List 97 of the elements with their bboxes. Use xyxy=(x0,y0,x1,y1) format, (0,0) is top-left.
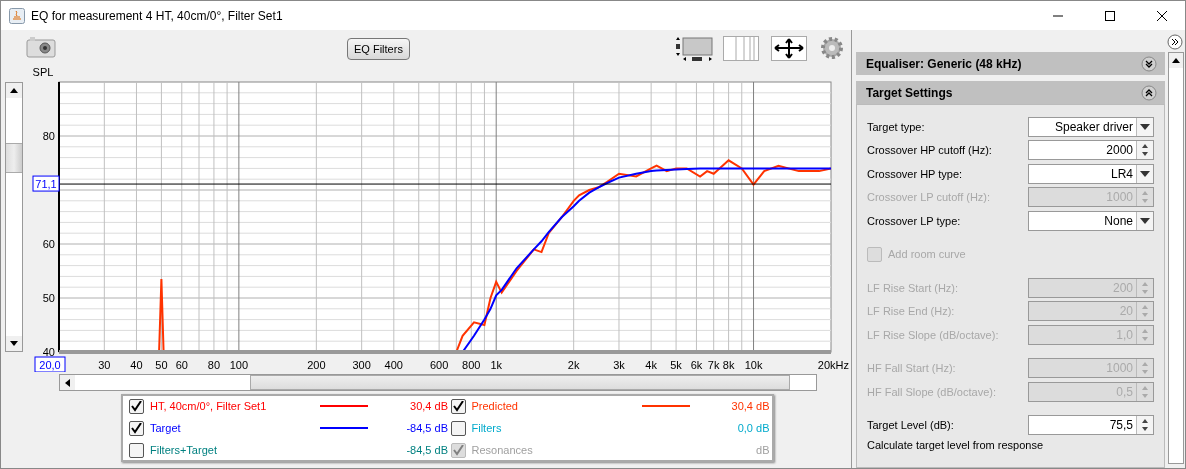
x-tick-label: 100 xyxy=(229,359,249,371)
x-tick-label: 3k xyxy=(613,359,625,371)
spinner-field[interactable]: 75,5 xyxy=(1028,415,1154,436)
close-icon[interactable] xyxy=(1157,10,1167,21)
expand-panel-icon[interactable] xyxy=(1167,34,1183,50)
collapse-icon[interactable] xyxy=(1141,84,1157,101)
legend-value: -84,5 dB xyxy=(405,444,448,456)
window-title: EQ for measurement 4 HT, 40cm/0°, Filter Set1 xyxy=(31,8,284,23)
x-tick-label: 2k xyxy=(567,359,580,371)
x-tick-label: 20kHz xyxy=(817,359,849,371)
x-tick-label: 800 xyxy=(462,359,481,371)
y-tick-label: 80 xyxy=(42,130,55,142)
resize-icon[interactable] xyxy=(674,36,714,62)
dropdown-field[interactable]: None xyxy=(1028,210,1154,231)
x-tick-label: 7k xyxy=(707,359,720,371)
x-tick-label: 40 xyxy=(130,359,143,371)
spinner-arrows-icon xyxy=(1141,361,1149,376)
x-tick-label: 600 xyxy=(429,359,449,371)
field-label: Crossover HP cutoff (Hz): xyxy=(867,144,992,157)
legend-label: Filters+Target xyxy=(150,444,218,456)
x-tick-label: 8k xyxy=(722,359,735,371)
x-tick-label: 30 xyxy=(98,359,111,371)
legend-value: 30,4 dB xyxy=(730,400,770,412)
x-tick-label: 6k xyxy=(690,359,703,371)
field-label: LF Rise End (Hz): xyxy=(867,305,955,318)
field-label: Crossover LP cutoff (Hz): xyxy=(867,191,991,204)
maximize-icon[interactable] xyxy=(1105,10,1115,21)
x-tick-label: 10k xyxy=(744,359,763,371)
app-icon xyxy=(9,7,25,24)
checkbox[interactable] xyxy=(129,442,144,458)
checkbox[interactable] xyxy=(129,398,144,414)
caret-icon xyxy=(1140,170,1150,177)
x-tick-label: 1k xyxy=(490,359,502,371)
field-label: Target Level (dB): xyxy=(867,419,954,432)
scroll-up-icon[interactable] xyxy=(10,88,18,93)
scroll-left-icon[interactable] xyxy=(65,378,70,387)
settings-icon[interactable] xyxy=(820,36,844,60)
scrollbar-thumb[interactable] xyxy=(6,143,22,173)
field-label: HF Fall Slope (dB/octave): xyxy=(867,385,996,398)
y-tick-label: 40 xyxy=(42,346,55,358)
horizontal-scrollbar[interactable] xyxy=(59,374,817,391)
legend-value: -84,5 dB xyxy=(405,422,448,434)
dropdown-field[interactable]: Speaker driver xyxy=(1028,116,1154,137)
x-tick-label: 5k xyxy=(670,359,682,371)
x-tick-label: 60 xyxy=(175,359,188,371)
legend-value: 0,0 dB xyxy=(736,422,770,434)
dropdown-field[interactable]: LR4 xyxy=(1028,163,1154,184)
field-label: Crossover LP type: xyxy=(867,214,961,227)
vertical-scrollbar[interactable] xyxy=(5,82,23,352)
y-tick-label: 60 xyxy=(42,238,55,250)
scroll-up-icon[interactable] xyxy=(1172,58,1180,63)
eq-filters-button[interactable]: EQ Filters xyxy=(347,38,410,60)
spinner-arrows-icon xyxy=(1141,418,1149,433)
field-label: LF Rise Slope (dB/octave): xyxy=(867,328,999,341)
legend-value: dB xyxy=(755,444,770,456)
spinner-arrows-icon xyxy=(1141,384,1149,399)
y-tick-label: 50 xyxy=(42,292,55,304)
move-arrows-icon[interactable] xyxy=(771,36,807,62)
checkbox[interactable] xyxy=(129,420,144,436)
legend-label: Target xyxy=(150,422,182,434)
x-readout: 20,0 xyxy=(34,356,66,372)
field-label: LF Rise Start (Hz): xyxy=(867,281,959,294)
spinner-field[interactable]: 2000 xyxy=(1028,140,1154,161)
spinner-arrows-icon xyxy=(1141,304,1149,319)
checkbox[interactable] xyxy=(450,420,466,436)
y-axis-title: SPL xyxy=(32,66,54,78)
section-header[interactable]: Target Settings xyxy=(856,81,1165,104)
spinner-arrows-icon xyxy=(1141,280,1149,295)
camera-icon[interactable] xyxy=(26,36,56,58)
field-label: HF Fall Start (Hz): xyxy=(867,362,956,375)
y-readout: 71,1 xyxy=(32,175,60,192)
x-tick-label: 50 xyxy=(155,359,168,371)
x-tick-label: 80 xyxy=(207,359,221,371)
x-tick-label: 300 xyxy=(352,359,371,371)
legend-value: 30,4 dB xyxy=(409,400,448,412)
x-tick-label: 200 xyxy=(307,359,326,371)
hint-text: Calculate target level from response xyxy=(867,439,1045,451)
scroll-down-icon[interactable] xyxy=(10,341,18,346)
panel-scrollbar[interactable] xyxy=(1168,52,1184,464)
field-label: Target type: xyxy=(867,120,925,133)
legend-label: Resonances xyxy=(471,444,534,456)
legend-label: Predicted xyxy=(471,400,519,412)
spinner-arrows-icon xyxy=(1141,143,1149,158)
checkbox[interactable] xyxy=(450,398,466,414)
field-label: Crossover HP type: xyxy=(867,167,963,180)
x-tick-label: 400 xyxy=(384,359,403,371)
checkbox-label: Add room curve xyxy=(888,248,966,261)
caret-icon xyxy=(1140,217,1150,224)
legend-label: HT, 40cm/0°, Filter Set1 xyxy=(150,400,268,412)
caret-icon xyxy=(1140,123,1150,130)
section-header[interactable]: Equaliser: Generic (48 kHz) xyxy=(856,52,1165,75)
spinner-arrows-icon xyxy=(1141,190,1149,205)
x-tick-label: 4k xyxy=(645,359,657,371)
expand-icon[interactable] xyxy=(1141,55,1157,72)
spinner-arrows-icon xyxy=(1141,327,1149,342)
legend-label: Filters xyxy=(471,422,503,434)
scrollbar-thumb[interactable] xyxy=(250,375,790,390)
